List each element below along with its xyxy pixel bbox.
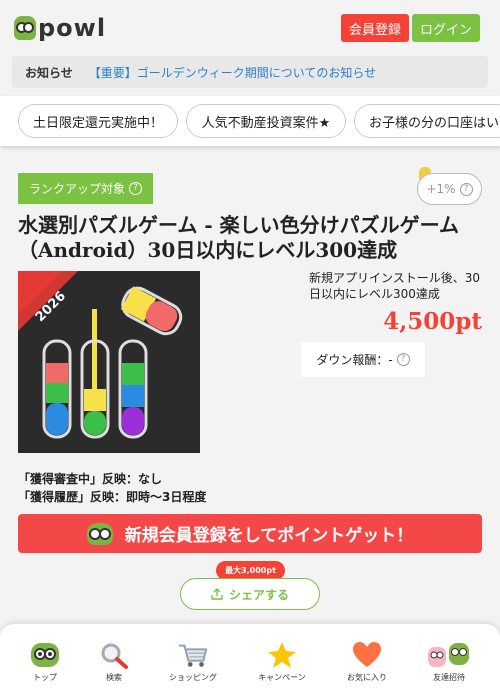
- points-value: 4,500pt: [383, 308, 482, 335]
- status-history: 「獲得履歴」反映：即時～3日程度: [18, 490, 207, 504]
- water-sort-illustration: 2026: [18, 271, 200, 453]
- nav-label: 友達招待: [433, 673, 465, 682]
- nav-label: ショッピング: [169, 673, 217, 682]
- logo[interactable]: powl: [14, 14, 106, 42]
- share-icon: [211, 588, 223, 600]
- offer-title: 水選別パズルゲーム - 楽しい色分けパズルゲーム（Android）30日以内にレ…: [18, 213, 460, 262]
- bottom-nav: トップ 検索 ショッピング キャンペーン お気に入り 友達招待: [0, 624, 500, 700]
- help-icon[interactable]: ?: [129, 182, 143, 195]
- star-icon: [266, 640, 298, 670]
- boost-label: +1%: [426, 182, 456, 196]
- down-reward: ダウン報酬：- ?: [301, 342, 425, 377]
- owl-icon: [86, 522, 113, 545]
- nav-item-favorites[interactable]: お気に入り: [332, 640, 402, 683]
- heart-icon: [351, 640, 383, 670]
- owl-logo-icon: [14, 16, 36, 40]
- logo-text: powl: [38, 14, 107, 42]
- notice-label: お知らせ: [25, 65, 73, 80]
- nav-item-shopping[interactable]: ショッピング: [158, 640, 228, 683]
- cta-label: 新規会員登録をしてポイントゲット！: [124, 526, 414, 546]
- nav-label: キャンペーン: [258, 673, 306, 682]
- nav-item-top[interactable]: トップ: [10, 640, 80, 683]
- rank-up-badge: ランクアップ対象 ?: [18, 173, 153, 204]
- search-icon: [98, 640, 130, 670]
- boost-button[interactable]: +1% ?: [417, 173, 482, 205]
- nav-label: お気に入り: [347, 673, 387, 682]
- app-image: 2026: [18, 271, 200, 453]
- register-cta-button[interactable]: 新規会員登録をしてポイントゲット！: [18, 514, 482, 553]
- status-pending: 「獲得審査中」反映：なし: [18, 472, 163, 486]
- tag-chip[interactable]: お子様の分の口座はい: [354, 104, 500, 138]
- rank-up-label: ランクアップ対象: [29, 182, 126, 196]
- reflection-status: 「獲得審査中」反映：なし 「獲得履歴」反映：即時～3日程度: [18, 470, 206, 506]
- help-icon[interactable]: ?: [396, 353, 410, 366]
- cart-icon: [177, 640, 209, 670]
- offer-description: 新規アプリインストール後、30日以内にレベル300達成: [309, 271, 481, 301]
- tag-chip[interactable]: 土日限定還元実施中！: [18, 104, 178, 138]
- notice-bar: お知らせ 【重要】ゴールデンウィーク期間についてのお知らせ: [12, 56, 488, 88]
- nav-label: トップ: [33, 673, 57, 682]
- help-icon[interactable]: ?: [459, 182, 473, 196]
- nav-label: 検索: [106, 673, 122, 682]
- nav-item-invite[interactable]: 友達招待: [414, 640, 484, 683]
- notice-link[interactable]: 【重要】ゴールデンウィーク期間についてのお知らせ: [89, 64, 376, 81]
- login-button[interactable]: ログイン: [412, 14, 480, 42]
- share-label: シェアする: [228, 587, 289, 602]
- tag-carousel: 土日限定還元実施中！ 人気不動産投資案件★ お子様の分の口座はい: [0, 96, 500, 146]
- owl-icon: [29, 640, 61, 670]
- register-button[interactable]: 会員登録: [341, 14, 409, 42]
- nav-item-search[interactable]: 検索: [79, 640, 149, 683]
- tag-chip[interactable]: 人気不動産投資案件★: [186, 104, 346, 138]
- share-button[interactable]: シェアする: [180, 578, 320, 610]
- nav-item-campaign[interactable]: キャンペーン: [247, 640, 317, 683]
- header: powl 会員登録 ログイン: [0, 0, 500, 56]
- down-reward-label: ダウン報酬：-: [316, 353, 393, 367]
- friends-icon: [427, 640, 471, 670]
